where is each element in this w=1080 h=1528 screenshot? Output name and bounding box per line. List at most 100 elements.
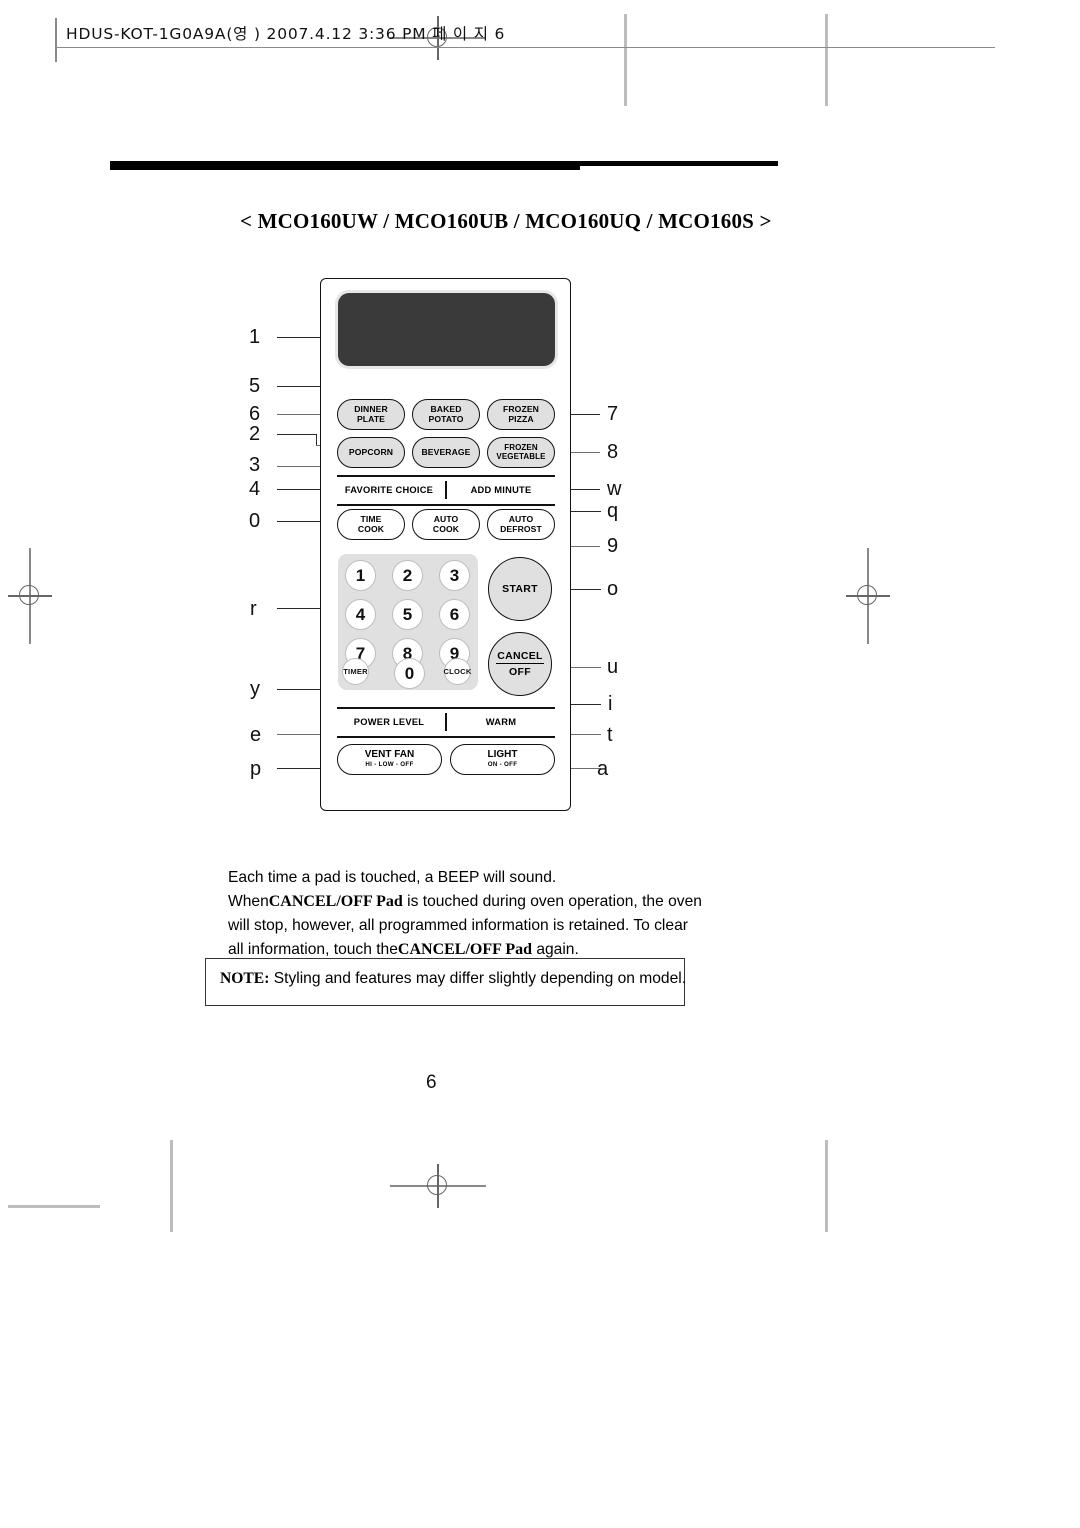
note-label: NOTE:	[220, 970, 270, 987]
keypad-key-5[interactable]: 5	[392, 599, 423, 630]
button-frozen-pizza[interactable]: FROZEN PIZZA	[487, 399, 555, 430]
callout-right-7: 7	[607, 403, 619, 425]
callout-left-r: r	[250, 598, 257, 620]
button-off-label: OFF	[509, 666, 531, 678]
body-line-1: Each time a pad is touched, a BEEP will …	[228, 869, 557, 886]
body-line-3: will stop, however, all programmed infor…	[228, 917, 688, 934]
crop-mark-bottom-left	[8, 1205, 100, 1208]
control-panel: DINNER PLATE BAKED POTATO FROZEN PIZZA P…	[320, 278, 571, 811]
separator-bottom-strip1	[337, 504, 555, 506]
callout-right-9: 9	[607, 535, 619, 557]
callout-right-q: q	[607, 500, 619, 522]
callout-right-w: w	[607, 478, 622, 500]
note-text: Styling and features may differ slightly…	[269, 970, 687, 987]
body-line-2-bold: CANCEL/OFF Pad	[268, 892, 403, 910]
strip2-divider	[445, 713, 447, 731]
crop-mark-top-right	[624, 14, 627, 106]
button-cancel-label: CANCEL	[496, 650, 544, 664]
button-baked-potato[interactable]: BAKED POTATO	[412, 399, 480, 430]
button-popcorn[interactable]: POPCORN	[337, 437, 405, 468]
callout-right-a: a	[597, 758, 609, 780]
crop-mark-bottom-left-v	[170, 1140, 173, 1232]
crop-mark-bottom-right-v	[825, 1140, 828, 1232]
body-paragraph: Each time a pad is touched, a BEEP will …	[228, 866, 728, 962]
manual-page: HDUS-KOT-1G0A9A(영 ) 2007.4.12 3:36 PM 페 …	[0, 0, 1080, 1528]
print-header-text: HDUS-KOT-1G0A9A(영 ) 2007.4.12 3:36 PM 페 …	[66, 25, 506, 43]
leader-line-2a	[277, 434, 317, 436]
leader-line-2b	[316, 434, 318, 445]
separator-bottom-strip2	[337, 736, 555, 738]
strip1-divider	[445, 481, 447, 499]
button-beverage[interactable]: BEVERAGE	[412, 437, 480, 468]
keypad-key-4[interactable]: 4	[345, 599, 376, 630]
button-time-cook[interactable]: TIME COOK	[337, 509, 405, 540]
header-rule-vertical	[55, 18, 57, 62]
button-vent-fan-label: VENT FAN	[364, 749, 415, 761]
display-window	[338, 293, 555, 366]
keypad-key-6[interactable]: 6	[439, 599, 470, 630]
button-frozen-vegetable[interactable]: FROZEN VEGETABLE	[487, 437, 555, 468]
callout-right-t: t	[607, 724, 613, 746]
button-popcorn-label: POPCORN	[348, 446, 394, 457]
button-favorite-choice[interactable]: FAVORITE CHOICE	[337, 485, 441, 495]
callout-right-u: u	[607, 656, 619, 678]
button-warm[interactable]: WARM	[449, 717, 553, 727]
button-dinner-plate[interactable]: DINNER PLATE	[337, 399, 405, 430]
button-light-label: LIGHT	[487, 749, 518, 761]
callout-left-2: 2	[249, 423, 261, 445]
header-bar-thick	[110, 161, 580, 170]
keypad-key-3[interactable]: 3	[439, 560, 470, 591]
registration-mark-right	[846, 548, 890, 644]
button-vent-fan[interactable]: VENT FAN HI - LOW - OFF	[337, 744, 442, 775]
callout-right-8: 8	[607, 441, 619, 463]
callout-left-0: 0	[249, 510, 261, 532]
button-baked-potato-line2: POTATO	[428, 413, 464, 424]
note-text-wrap: NOTE: Styling and features may differ sl…	[220, 970, 740, 988]
button-frozen-pizza-line2: PIZZA	[508, 413, 534, 424]
button-time-cook-line2: COOK	[357, 523, 385, 534]
button-frozen-vegetable-line2: VEGETABLE	[496, 451, 546, 461]
callout-right-i: i	[608, 693, 613, 715]
callout-left-4: 4	[249, 478, 261, 500]
page-title: < MCO160UW / MCO160UB / MCO160UQ / MCO16…	[240, 209, 772, 233]
registration-mark-left	[8, 548, 52, 644]
registration-mark-bottom	[390, 1164, 486, 1208]
keypad-key-1[interactable]: 1	[345, 560, 376, 591]
body-line-4-bold: CANCEL/OFF Pad	[397, 940, 532, 958]
button-timer[interactable]: TIMER	[342, 658, 369, 685]
button-auto-cook[interactable]: AUTO COOK	[412, 509, 480, 540]
callout-left-5: 5	[249, 375, 261, 397]
button-clock[interactable]: CLOCK	[444, 658, 471, 685]
crop-mark-top-right-2	[825, 14, 828, 106]
callout-right-o: o	[607, 578, 619, 600]
callout-left-6: 6	[249, 403, 261, 425]
button-add-minute[interactable]: ADD MINUTE	[449, 485, 553, 495]
header-rule	[55, 47, 995, 49]
button-power-level[interactable]: POWER LEVEL	[337, 717, 441, 727]
body-line-2: WhenCANCEL/OFF Pad is touched during ove…	[228, 890, 728, 914]
callout-left-p: p	[250, 758, 262, 780]
keypad-key-2[interactable]: 2	[392, 560, 423, 591]
callout-left-y: y	[250, 678, 260, 700]
separator-top-strip2	[337, 707, 555, 709]
body-line-4-pre: all information, touch the	[228, 940, 398, 958]
button-auto-cook-line2: COOK	[432, 523, 460, 534]
body-line-2-post: is touched during oven operation, the ov…	[402, 892, 702, 910]
button-beverage-label: BEVERAGE	[421, 446, 471, 457]
button-light[interactable]: LIGHT ON - OFF	[450, 744, 555, 775]
separator-top-strip1	[337, 475, 555, 477]
button-start[interactable]: START	[488, 557, 552, 621]
page-number: 6	[426, 1072, 437, 1093]
button-vent-fan-sub: HI - LOW - OFF	[365, 761, 414, 769]
callout-left-1: 1	[249, 326, 261, 348]
button-auto-defrost[interactable]: AUTO DEFROST	[487, 509, 555, 540]
button-dinner-plate-line2: PLATE	[356, 413, 385, 424]
callout-left-3: 3	[249, 454, 261, 476]
button-auto-defrost-line2: DEFROST	[500, 523, 542, 534]
note-box: NOTE: Styling and features may differ sl…	[205, 958, 686, 1006]
body-line-4-post: again.	[531, 940, 579, 958]
keypad-panel: 1 2 3 4 5 6 7 8 9 0 TIMER CLOCK	[338, 554, 478, 690]
body-line-2-pre: When	[228, 892, 269, 910]
button-cancel-off[interactable]: CANCEL OFF	[488, 632, 552, 696]
keypad-key-0[interactable]: 0	[394, 658, 425, 689]
